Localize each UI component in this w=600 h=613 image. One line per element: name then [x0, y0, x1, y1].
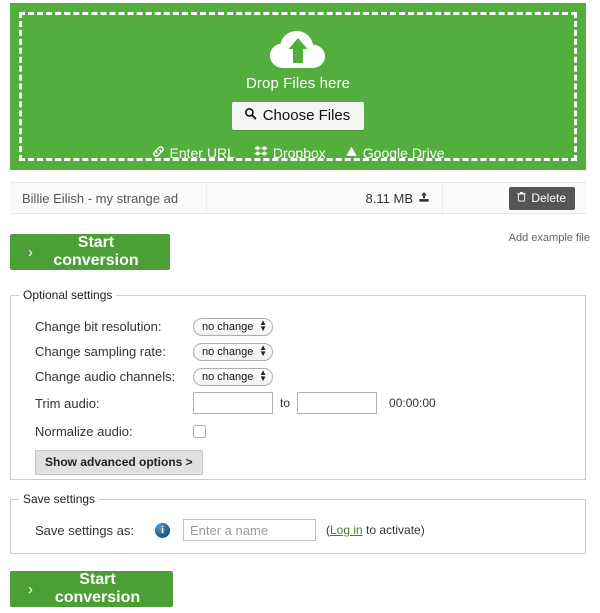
sampling-rate-select-wrap: no change ▲▼	[193, 342, 273, 361]
save-settings-row: Save settings as: i (Log in to activate)	[11, 506, 585, 541]
save-settings-legend: Save settings	[19, 492, 99, 506]
google-drive-icon	[345, 145, 358, 161]
audio-channels-label: Change audio channels:	[35, 369, 193, 384]
bit-resolution-row: Change bit resolution: no change ▲▼	[11, 314, 585, 338]
start-conversion-button-top[interactable]: › Start conversion	[10, 234, 170, 270]
google-drive-label: Google Drive	[363, 145, 445, 161]
optional-settings-legend: Optional settings	[19, 288, 116, 302]
normalize-audio-row: Normalize audio:	[11, 418, 585, 444]
trim-start-input[interactable]	[193, 392, 273, 414]
file-dropzone[interactable]: Drop Files here Choose Files Enter URL	[10, 3, 586, 170]
audio-channels-select[interactable]: no change	[193, 368, 273, 386]
save-settings-fieldset: Save settings Save settings as: i (Log i…	[10, 492, 586, 554]
log-in-link[interactable]: Log in	[330, 523, 363, 537]
start-conversion-label: Start conversion	[40, 571, 155, 607]
trim-separator-label: to	[280, 396, 290, 410]
uploaded-file-row: Billie Eilish - my strange ad 8.11 MB De…	[10, 182, 586, 214]
optional-settings-fieldset: Optional settings Change bit resolution:…	[10, 288, 586, 480]
trim-audio-label: Trim audio:	[35, 396, 193, 411]
sampling-rate-row: Change sampling rate: no change ▲▼	[11, 339, 585, 363]
link-icon	[152, 145, 165, 161]
normalize-audio-checkbox[interactable]	[193, 425, 206, 438]
show-advanced-options-button[interactable]: Show advanced options >	[35, 450, 203, 475]
dropbox-icon	[254, 144, 268, 161]
info-icon[interactable]: i	[155, 523, 170, 538]
start-conversion-button-bottom[interactable]: › Start conversion	[10, 571, 173, 607]
bit-resolution-label: Change bit resolution:	[35, 319, 193, 334]
trim-audio-row: Trim audio: to 00:00:00	[11, 389, 585, 417]
enter-url-label: Enter URL	[170, 145, 235, 161]
drop-files-label: Drop Files here	[246, 75, 350, 93]
trim-total-duration: 00:00:00	[389, 396, 436, 410]
google-drive-link[interactable]: Google Drive	[345, 145, 445, 161]
sampling-rate-select[interactable]: no change	[193, 343, 273, 361]
normalize-audio-label: Normalize audio:	[35, 424, 193, 439]
file-size-cell: 8.11 MB	[207, 182, 443, 214]
chevron-right-icon: ›	[28, 581, 33, 598]
bit-resolution-select[interactable]: no change	[193, 318, 273, 336]
choose-files-button[interactable]: Choose Files	[232, 102, 365, 130]
bit-resolution-select-wrap: no change ▲▼	[193, 317, 273, 336]
upload-icon	[418, 191, 430, 206]
start-conversion-label: Start conversion	[40, 234, 152, 270]
delete-label: Delete	[531, 191, 566, 205]
settings-name-input[interactable]	[183, 519, 316, 541]
save-settings-label: Save settings as:	[35, 523, 143, 538]
cloud-upload-icon	[267, 27, 329, 71]
file-size-value: 8.11 MB	[366, 191, 413, 206]
file-name-cell: Billie Eilish - my strange ad	[10, 182, 207, 214]
dropbox-link[interactable]: Dropbox	[254, 144, 326, 161]
audio-channels-row: Change audio channels: no change ▲▼	[11, 364, 585, 388]
delete-file-button[interactable]: Delete	[509, 187, 575, 210]
choose-files-label: Choose Files	[263, 107, 351, 124]
chevron-right-icon: ›	[28, 244, 33, 261]
audio-channels-select-wrap: no change ▲▼	[193, 367, 273, 386]
file-actions-cell: Delete	[443, 182, 586, 214]
sampling-rate-label: Change sampling rate:	[35, 344, 193, 359]
enter-url-link[interactable]: Enter URL	[152, 145, 235, 161]
dropbox-label: Dropbox	[273, 145, 326, 161]
trash-icon	[516, 191, 527, 205]
login-note-rest: to activate)	[363, 523, 425, 537]
trim-end-input[interactable]	[297, 392, 377, 414]
login-note: (Log in to activate)	[326, 523, 425, 537]
cloud-service-links: Enter URL Dropbox	[152, 144, 445, 161]
search-icon	[244, 107, 257, 124]
dropzone-dashed-border: Drop Files here Choose Files Enter URL	[19, 12, 577, 161]
add-example-file-link[interactable]: Add example file	[509, 232, 590, 244]
